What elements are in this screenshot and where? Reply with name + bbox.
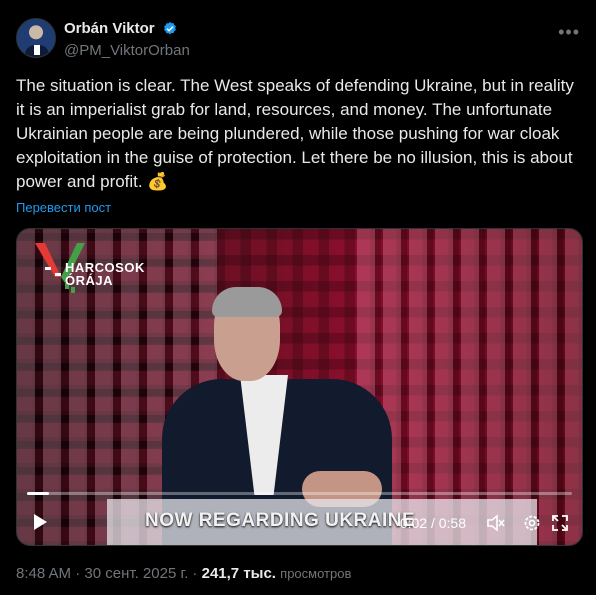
play-icon[interactable]: [31, 513, 49, 531]
translate-post-link[interactable]: Перевести пост: [16, 200, 111, 215]
fullscreen-icon[interactable]: [550, 513, 570, 533]
avatar[interactable]: [16, 18, 56, 58]
volume-muted-icon[interactable]: [486, 513, 506, 533]
author-display-name[interactable]: Orbán Viktor: [64, 20, 155, 37]
video-controls: 0:02 / 0:58: [17, 501, 582, 545]
post-time[interactable]: 8:48 AM: [16, 565, 71, 582]
settings-gear-icon[interactable]: [522, 513, 542, 533]
views-count: 241,7 тыс.: [201, 565, 276, 582]
tweet-meta: 8:48 AM · 30 сент. 2025 г. · 241,7 тыс. …: [16, 565, 351, 582]
verified-badge-icon: [164, 21, 176, 35]
video-player[interactable]: HARCOSOK ÓRÁJA NOW REGARDING UKRAINE 0:0…: [16, 228, 583, 546]
video-progress-fill: [27, 492, 49, 495]
more-options-icon[interactable]: •••: [558, 22, 580, 43]
video-progress-bar[interactable]: [27, 492, 572, 495]
speaker-hair: [212, 287, 282, 317]
tweet-header: Orbán Viktor @PM_ViktorOrban •••: [16, 18, 580, 62]
tweet-text: The situation is clear. The West speaks …: [16, 76, 579, 191]
video-time-display: 0:02 / 0:58: [399, 515, 466, 531]
post-date[interactable]: 30 сент. 2025 г.: [84, 565, 188, 582]
video-logo-text: HARCOSOK ÓRÁJA: [65, 261, 145, 287]
author-handle[interactable]: @PM_ViktorOrban: [64, 42, 190, 59]
avatar-shirt: [34, 45, 40, 55]
meta-separator: ·: [71, 565, 85, 582]
meta-separator-2: ·: [188, 565, 202, 582]
author-info: Orbán Viktor @PM_ViktorOrban: [64, 20, 190, 59]
logo-line-2: ÓRÁJA: [65, 273, 114, 288]
views-label: просмотров: [280, 566, 352, 581]
